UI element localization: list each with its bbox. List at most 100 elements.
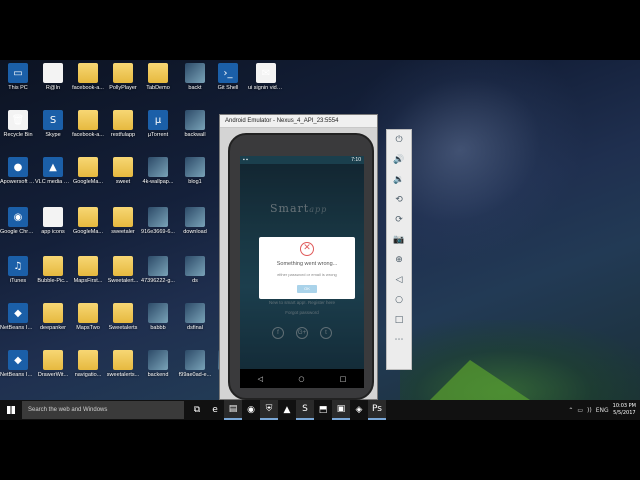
tray-language[interactable]: ENG [596, 407, 609, 414]
rotate-right-icon[interactable]: ⟳ [387, 210, 411, 230]
desktop-icon[interactable]: MapsFirst... [70, 256, 106, 285]
taskbar-app-icon[interactable]: ⬒ [314, 400, 332, 420]
zoom-icon[interactable]: ⊕ [387, 250, 411, 270]
desktop-icon[interactable]: Sweetalerts [105, 303, 141, 332]
desktop-icon[interactable]: PollyPlayer [105, 63, 141, 92]
taskbar-app-icon[interactable]: Ps [368, 400, 386, 420]
desktop-icon[interactable]: ◉ Google Chrome [0, 207, 36, 236]
img-icon [185, 303, 205, 323]
system-tray: ⌃ ▭ )) ENG 10:03 PM 5/5/2017 [568, 400, 636, 420]
desktop-icon-label: restfulapp [110, 132, 136, 138]
taskbar-app-icon[interactable]: ◈ [350, 400, 368, 420]
phone-screen[interactable]: ▪ ▪ 7:10 Smartapp New to smart app!. Reg… [240, 156, 364, 388]
tray-chevron-icon[interactable]: ⌃ [568, 407, 573, 414]
doc-icon: ✉ [256, 63, 276, 83]
desktop-icon[interactable]: ▲ VLC media player [35, 157, 71, 186]
desktop-icon-label: R@In [45, 85, 61, 91]
desktop-icon[interactable]: S Skype [35, 110, 71, 139]
folder-icon [78, 303, 98, 323]
desktop-icon[interactable]: f99ae0ad-e... [177, 350, 213, 379]
desktop-icon[interactable]: 4k-wallpap... [140, 157, 176, 186]
desktop-icon[interactable]: facebook-a... [70, 63, 106, 92]
taskbar-app-icon[interactable]: ▣ [332, 400, 350, 420]
desktop-icon[interactable]: GoogleMa... [70, 157, 106, 186]
tray-volume-icon[interactable]: )) [587, 407, 592, 414]
taskbar-clock[interactable]: 10:03 PM 5/5/2017 [613, 403, 636, 417]
desktop-icon-label: Apowersoft Free Scre... [0, 179, 36, 185]
taskbar-app-icon[interactable]: ⧉ [188, 400, 206, 420]
desktop-icon[interactable]: µ µTorrent [140, 110, 176, 139]
img-icon [148, 256, 168, 276]
desktop-icon[interactable]: download [177, 207, 213, 236]
desktop-icon[interactable]: dsfinal [177, 303, 213, 332]
desktop-icon[interactable]: Sweetalert... [105, 256, 141, 285]
doc-icon [43, 207, 63, 227]
nav-back-icon[interactable]: ◁ [258, 375, 263, 383]
folder-icon [148, 63, 168, 83]
app-login-screen: Smartapp New to smart app!. Register her… [240, 164, 364, 369]
power-icon[interactable]: ⏻ [387, 130, 411, 150]
more-icon[interactable]: ⋯ [387, 330, 411, 350]
desktop-icon-label: Skype [45, 132, 61, 138]
desktop-icon[interactable]: sweetalerts... [105, 350, 141, 379]
desktop-icon[interactable]: ›_ Git Shell [210, 63, 246, 92]
app-icon: µ [148, 110, 168, 130]
desktop-icon[interactable]: 916e3669-6... [140, 207, 176, 236]
desktop-icon[interactable]: ◆ NetBeans IDE 8.2 [0, 350, 36, 379]
desktop-icon[interactable]: sweet [105, 157, 141, 186]
desktop-icon[interactable]: GoogleMa... [70, 207, 106, 236]
overview-icon[interactable]: □ [387, 310, 411, 330]
desktop-icon[interactable]: babbb [140, 303, 176, 332]
desktop-icon[interactable]: MapsTwo [70, 303, 106, 332]
desktop-icon[interactable]: sweetaler [105, 207, 141, 236]
taskbar-app-icon[interactable]: ▲ [278, 400, 296, 420]
desktop-icon-label: iTunes [9, 278, 27, 284]
desktop-icon-label: dsfinal [187, 325, 203, 331]
desktop-icon[interactable]: DrawerWit... [35, 350, 71, 379]
volume-up-icon[interactable]: 🔊 [387, 150, 411, 170]
home-icon[interactable]: ○ [387, 290, 411, 310]
desktop-icon[interactable]: ✉ ui signin video-1 [248, 63, 284, 92]
emulator-window[interactable]: Android Emulator - Nexus_4_API_23:5554 ▪… [219, 114, 378, 400]
nav-home-icon[interactable]: ○ [298, 375, 304, 383]
dialog-ok-button[interactable]: OK [297, 285, 317, 293]
desktop-icon[interactable]: facebook-a... [70, 110, 106, 139]
desktop-icon-label: MapsTwo [76, 325, 100, 331]
desktop-icon-label: backt [188, 85, 202, 91]
rotate-left-icon[interactable]: ⟲ [387, 190, 411, 210]
error-dialog: ✕ Something went wrong... either passwor… [259, 237, 355, 299]
desktop-icon[interactable]: R@In [35, 63, 71, 92]
img-icon [185, 110, 205, 130]
desktop-icon[interactable]: backend [140, 350, 176, 379]
taskbar-search-box[interactable]: Search the web and Windows [22, 401, 184, 419]
desktop-icon[interactable]: ◆ NetBeans IDE 7.3 Beta 2 [0, 303, 36, 332]
desktop-icon[interactable]: ▭ This PC [0, 63, 36, 92]
nav-recents-icon[interactable]: □ [340, 375, 347, 383]
desktop-icon[interactable]: Bubble-Pic... [35, 256, 71, 285]
back-icon[interactable]: ◁ [387, 270, 411, 290]
volume-down-icon[interactable]: 🔉 [387, 170, 411, 190]
desktop-icon[interactable]: blog1 [177, 157, 213, 186]
desktop-icon[interactable]: deepanker [35, 303, 71, 332]
camera-icon[interactable]: 📷 [387, 230, 411, 250]
desktop-icon[interactable]: 47396222-g... [140, 256, 176, 285]
desktop-icon[interactable]: app icons [35, 207, 71, 236]
start-button[interactable] [0, 400, 22, 420]
desktop-icon[interactable]: backt [177, 63, 213, 92]
desktop-icon[interactable]: TabDemo [140, 63, 176, 92]
desktop-icon[interactable]: ● Apowersoft Free Scre... [0, 157, 36, 186]
desktop-icon[interactable]: backwall [177, 110, 213, 139]
desktop-icon[interactable]: ds [177, 256, 213, 285]
taskbar-app-icon[interactable]: ◉ [242, 400, 260, 420]
emulator-title-bar[interactable]: Android Emulator - Nexus_4_API_23:5554 [220, 115, 377, 128]
desktop-icon[interactable]: 🗑 Recycle Bin [0, 110, 36, 139]
taskbar-app-icon[interactable]: ⛨ [260, 400, 278, 420]
desktop-icon[interactable]: navigatio... [70, 350, 106, 379]
desktop-icon-label: Bubble-Pic... [37, 278, 69, 284]
taskbar-app-icon[interactable]: ▤ [224, 400, 242, 420]
desktop-icon[interactable]: restfulapp [105, 110, 141, 139]
taskbar-app-icon[interactable]: e [206, 400, 224, 420]
tray-battery-icon[interactable]: ▭ [577, 407, 583, 414]
taskbar-app-icon[interactable]: S [296, 400, 314, 420]
desktop-icon[interactable]: ♫ iTunes [0, 256, 36, 285]
